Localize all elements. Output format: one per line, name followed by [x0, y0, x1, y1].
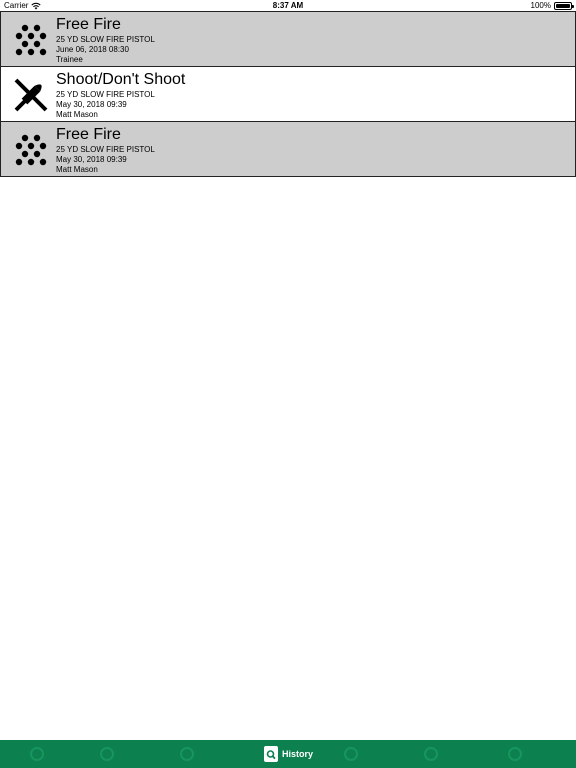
tab-history-label: History: [282, 749, 314, 759]
session-datetime: May 30, 2018 09:39: [56, 100, 127, 109]
tab-7-icon: [508, 747, 522, 761]
tab-2[interactable]: [100, 740, 114, 768]
history-list: Free Fire 25 YD SLOW FIRE PISTOL June 06…: [0, 11, 576, 177]
tab-bar: History: [0, 740, 576, 768]
shooter-name: Trainee: [56, 55, 83, 64]
shooter-name: Matt Mason: [56, 110, 98, 119]
tab-5[interactable]: [344, 740, 358, 768]
session-title: Free Fire: [56, 126, 121, 143]
shot-group-icon: [15, 24, 47, 56]
session-datetime: May 30, 2018 09:39: [56, 155, 127, 164]
crossed-ammo-icon: [14, 78, 48, 112]
session-datetime: June 06, 2018 08:30: [56, 45, 129, 54]
tab-7[interactable]: [508, 740, 522, 768]
history-row-text: Shoot/Don't Shoot 25 YD SLOW FIRE PISTOL…: [56, 70, 185, 120]
session-title: Free Fire: [56, 16, 121, 33]
history-row-text: Free Fire 25 YD SLOW FIRE PISTOL May 30,…: [56, 125, 155, 175]
history-row[interactable]: Shoot/Don't Shoot 25 YD SLOW FIRE PISTOL…: [0, 66, 576, 122]
tab-history[interactable]: History: [264, 740, 313, 768]
course-name: 25 YD SLOW FIRE PISTOL: [56, 90, 155, 99]
tab-6-icon: [424, 747, 438, 761]
tab-5-icon: [344, 747, 358, 761]
history-row[interactable]: Free Fire 25 YD SLOW FIRE PISTOL May 30,…: [0, 121, 576, 177]
history-row[interactable]: Free Fire 25 YD SLOW FIRE PISTOL June 06…: [0, 11, 576, 67]
shot-group-icon: [15, 134, 47, 166]
tab-2-icon: [100, 747, 114, 761]
tab-3-icon: [180, 747, 194, 761]
shooter-name: Matt Mason: [56, 165, 98, 174]
tab-3[interactable]: [180, 740, 194, 768]
history-row-text: Free Fire 25 YD SLOW FIRE PISTOL June 06…: [56, 15, 155, 65]
battery-level: [556, 4, 570, 8]
tab-1[interactable]: [30, 740, 44, 768]
history-magnifier-icon: [264, 746, 278, 762]
tab-1-icon: [30, 747, 44, 761]
battery-icon: [554, 2, 574, 10]
course-name: 25 YD SLOW FIRE PISTOL: [56, 35, 155, 44]
session-title: Shoot/Don't Shoot: [56, 71, 186, 88]
tab-6[interactable]: [424, 740, 438, 768]
course-name: 25 YD SLOW FIRE PISTOL: [56, 145, 155, 154]
